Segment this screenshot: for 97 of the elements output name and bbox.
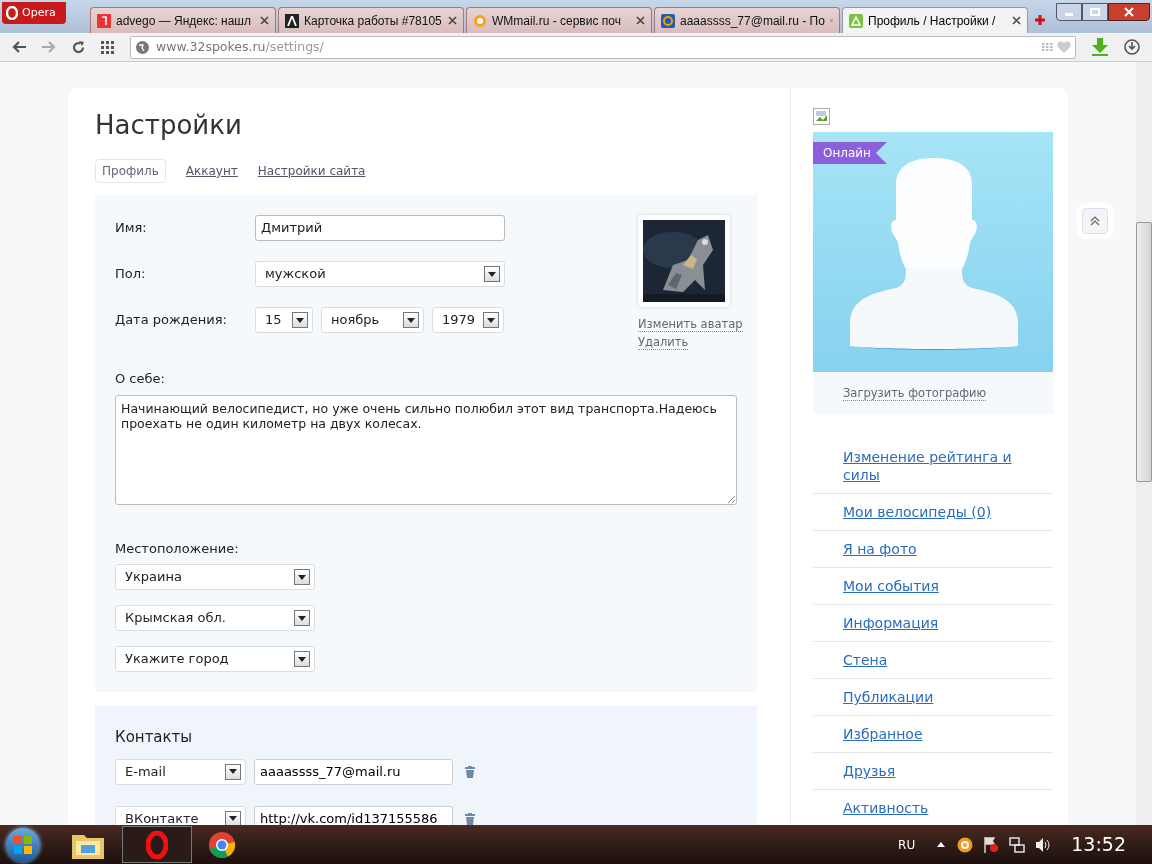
close-icon[interactable] <box>1012 16 1021 25</box>
back-icon[interactable] <box>12 41 26 53</box>
dropdown[interactable]: 15 <box>255 307 313 333</box>
close-icon <box>1124 7 1134 17</box>
dropdown[interactable]: мужской <box>255 261 505 287</box>
caret-icon <box>294 651 310 667</box>
trash-icon[interactable] <box>465 765 475 778</box>
section-title: Контакты <box>115 727 194 748</box>
opera-taskbar-button[interactable] <box>122 826 192 863</box>
windows-logo-icon <box>14 835 32 854</box>
sidebar-link[interactable]: Мои велосипеды (0) <box>843 503 1053 521</box>
tab-title: advego — Яндекс: нашл <box>116 12 252 30</box>
browser-tab[interactable]: Карточка работы #78105 <box>278 7 464 33</box>
browser-tab[interactable]: aaaassss_77@mail.ru - По <box>654 7 840 33</box>
trash-icon[interactable] <box>465 812 475 825</box>
minimize-button[interactable] <box>1056 3 1082 21</box>
caret-icon <box>292 312 308 328</box>
network-icon[interactable] <box>1009 836 1026 853</box>
dropdown[interactable]: Украина <box>115 564 315 590</box>
caret-icon <box>225 763 241 780</box>
field-label: Дата рождения: <box>115 311 228 330</box>
sidebar-link[interactable]: Изменение рейтинга и силы <box>843 448 1053 484</box>
settings-tab[interactable]: Профиль <box>95 159 166 183</box>
caret-icon <box>403 312 419 328</box>
caret-icon <box>483 312 499 328</box>
speed-dial-icon[interactable] <box>101 40 114 54</box>
opera-logo-icon <box>6 6 18 20</box>
person-silhouette-icon <box>850 158 1018 350</box>
clock[interactable]: 13:52 <box>1071 830 1126 859</box>
sidebar-link[interactable]: Публикации <box>843 688 1053 706</box>
new-tab-icon[interactable] <box>1034 14 1046 26</box>
volume-icon[interactable] <box>1035 836 1052 853</box>
tab-title: Профиль / Настройки / <box>868 12 997 30</box>
upload-photo-link[interactable]: Загрузить фотографию <box>843 385 987 401</box>
settings-tab[interactable]: Настройки сайта <box>257 162 366 180</box>
sidebar-link[interactable]: Я на фото <box>843 540 1053 558</box>
name-field[interactable]: Дмитрий <box>255 215 505 241</box>
browser-tab[interactable]: Профиль / Настройки / <box>842 7 1028 33</box>
tab-title: WMmail.ru - сервис поч <box>492 12 622 30</box>
tray-app-icon[interactable] <box>957 836 974 853</box>
about-textarea[interactable]: Начинающий велосипедист, но уже очень сильно полюбил этот вид транспорта.Надеюсь проехать не один километр на двух колесах. <box>115 394 737 505</box>
flag-error-icon[interactable] <box>983 836 1000 853</box>
contact-type-dropdown[interactable]: E-mail <box>115 758 246 785</box>
double-chevron-icon <box>1090 216 1100 226</box>
caret-icon <box>484 266 500 282</box>
field-label: Имя: <box>115 219 148 238</box>
close-icon[interactable] <box>636 16 645 25</box>
url-text: www.32spokes.ru/settings/ <box>156 37 324 56</box>
globe-icon <box>135 39 150 55</box>
site-icon <box>97 13 111 28</box>
change-avatar-link[interactable]: Изменить аватар <box>638 317 743 332</box>
online-badge: Онлайн <box>813 142 887 164</box>
site-icon <box>285 13 299 28</box>
resize-handle-icon[interactable] <box>727 494 735 503</box>
site-icon <box>849 13 863 28</box>
browser-tab[interactable]: advego — Яндекс: нашл <box>90 7 276 33</box>
field-label: Местоположение: <box>115 539 240 558</box>
sidebar-link[interactable]: Информация <box>843 614 1053 632</box>
scroll-thumb[interactable] <box>1136 222 1152 482</box>
sidebar-link[interactable]: Стена <box>843 651 1053 669</box>
sidebar-link[interactable]: Друзья <box>843 762 1053 780</box>
reload-icon[interactable] <box>72 40 85 54</box>
site-icon <box>661 13 675 28</box>
download-manager-icon[interactable] <box>1124 39 1140 55</box>
dropdown[interactable]: Укажите город <box>115 646 315 672</box>
contact-field[interactable]: aaaassss_77@mail.ru <box>254 758 453 785</box>
contact-field[interactable]: http://vk.com/id137155586 <box>254 805 453 825</box>
caret-icon <box>225 810 241 825</box>
field-label: Пол: <box>115 265 147 284</box>
browser-tab[interactable]: WMmail.ru - сервис поч <box>466 7 652 33</box>
dropdown[interactable]: 1979 <box>432 307 504 333</box>
site-icon <box>473 13 487 28</box>
dropdown[interactable]: Крымская обл. <box>115 605 315 631</box>
field-label: О себе: <box>115 370 166 388</box>
sidebar-link[interactable]: Активность <box>843 799 1053 817</box>
delete-avatar-link[interactable]: Удалить <box>638 335 689 350</box>
settings-tab[interactable]: Аккаунт <box>185 162 238 180</box>
page-title: Настройки <box>95 109 243 142</box>
opera-menu-button[interactable]: Opera <box>2 2 66 24</box>
maximize-button[interactable] <box>1082 3 1108 21</box>
chrome-icon[interactable] <box>208 830 236 859</box>
caret-icon <box>294 610 310 626</box>
tray-expand-icon[interactable] <box>937 842 946 847</box>
tab-title: Карточка работы #78105 <box>304 12 443 30</box>
broken-image-icon <box>813 108 830 125</box>
close-icon[interactable] <box>448 16 457 25</box>
start-button[interactable] <box>6 827 40 862</box>
language-indicator[interactable]: RU <box>898 835 916 854</box>
opera-logo-icon <box>146 830 168 859</box>
sidebar-link[interactable]: Мои события <box>843 577 1053 595</box>
tab-title: aaaassss_77@mail.ru - По <box>680 12 825 30</box>
close-button[interactable] <box>1108 3 1150 21</box>
sidebar-link[interactable]: Избранное <box>843 725 1053 743</box>
contact-type-dropdown[interactable]: ВКонтакте <box>115 805 246 825</box>
close-icon[interactable] <box>260 16 269 25</box>
caret-icon <box>294 569 310 585</box>
dropdown[interactable]: ноябрь <box>321 307 424 333</box>
